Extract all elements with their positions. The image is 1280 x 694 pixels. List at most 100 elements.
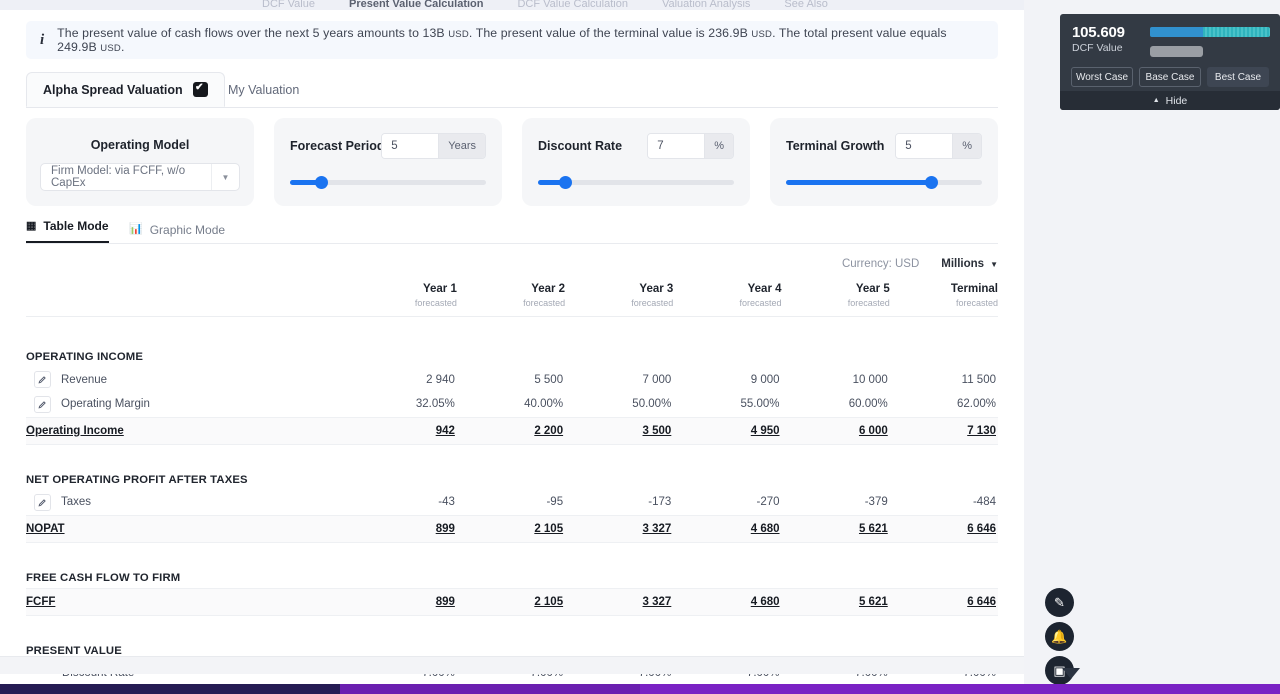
tab-my-valuation[interactable]: My Valuation [212, 72, 315, 107]
parameter-cards: Operating Model Firm Model: via FCFF, w/… [26, 118, 998, 206]
top-nav-item[interactable]: DCF Value Calculation [517, 0, 627, 10]
discount-rate-slider[interactable] [538, 176, 734, 189]
terminal-growth-slider[interactable] [786, 176, 982, 189]
compose-icon[interactable]: ✎ [1045, 588, 1074, 617]
dcf-case-button[interactable]: Base Case [1139, 67, 1201, 87]
edit-pencil-icon[interactable] [34, 395, 51, 413]
table-header-cell: Year 1 forecasted [348, 278, 457, 317]
table-section-header: FREE CASH FLOW TO FIRM [26, 564, 998, 588]
table-header-blank [26, 278, 349, 317]
table-header-cell: Year 2 forecasted [456, 278, 566, 317]
checkbox-icon[interactable] [192, 82, 208, 97]
tab-graphic-mode[interactable]: 📊 Graphic Mode [129, 216, 225, 243]
row-label: Taxes [61, 496, 92, 509]
dcf-case-button[interactable]: Worst Case [1071, 67, 1133, 87]
total-cell: 2 200 [456, 416, 566, 445]
banner-usd-3: USD [100, 43, 121, 54]
top-nav-item[interactable]: Valuation Analysis [662, 0, 750, 10]
column-label: Year 3 [639, 283, 674, 295]
table-spacer-row [26, 316, 998, 343]
total-cell: 3 500 [565, 416, 674, 445]
table-header-cell: Year 4 forecasted [673, 278, 782, 317]
dcf-value-label: DCF Value [1072, 42, 1123, 54]
row-label-cell: Taxes [26, 490, 349, 515]
forecast-period-unit: Years [438, 134, 485, 158]
edit-pencil-icon[interactable] [34, 371, 51, 388]
total-cell: 2 105 [456, 587, 566, 616]
total-cell: 6 646 [889, 587, 998, 616]
total-cell: 2 105 [456, 514, 566, 543]
table-total-row: Operating Income 942 2 200 3 500 4 950 6 000 7… [26, 416, 998, 445]
chevron-down-icon[interactable]: ▼ [211, 164, 239, 190]
dcf-gauge-striped [1202, 27, 1270, 37]
top-nav-item[interactable]: Present Value Calculation [349, 0, 484, 10]
total-cell: 6 646 [889, 514, 998, 543]
valuation-tabs: Alpha Spread Valuation My Valuation [26, 72, 998, 108]
banner-usd-2: USD [751, 29, 773, 40]
column-sublabel: forecasted [414, 298, 457, 308]
dcf-case-button[interactable]: Best Case [1207, 67, 1269, 87]
total-cell: 7 130 [889, 416, 998, 445]
banner-text-1: The present value of cash flows over the… [57, 26, 449, 40]
total-cell: 6 000 [781, 416, 890, 445]
slider-knob[interactable] [315, 176, 329, 189]
currency-row: Currency: USD Millions ▼ [842, 258, 998, 270]
column-sublabel: forecasted [847, 298, 890, 308]
column-label: Year 4 [747, 283, 782, 295]
slider-knob[interactable] [559, 176, 573, 189]
top-nav-items[interactable]: DCF Value Present Value Calculation DCF Va… [0, 0, 1024, 10]
total-cell: 4 680 [673, 514, 782, 543]
slider-knob[interactable] [925, 176, 939, 189]
total-label[interactable]: FCFF [26, 587, 349, 616]
edit-pencil-icon[interactable] [34, 493, 51, 511]
forecast-period-input-group[interactable]: 5 Years [381, 133, 486, 159]
total-label[interactable]: NOPAT [26, 514, 349, 543]
table-section-header: OPERATING INCOME [26, 343, 998, 367]
terminal-growth-input[interactable]: 5 [896, 134, 953, 158]
bottom-bar-segment-2 [340, 684, 640, 694]
info-icon: i [40, 31, 45, 48]
discount-rate-input[interactable]: 7 [648, 134, 705, 158]
table-row: Operating Margin 32.05% 40.00% 50.00% 55.00%… [26, 392, 998, 417]
operating-model-select[interactable]: Firm Model: via FCFF, w/o CapEx ▼ [40, 163, 240, 191]
table-row: Revenue 2 940 5 500 7 000 9 000 10 000 11 500 [26, 367, 998, 392]
column-label: Year 5 [855, 283, 890, 295]
dcf-hide-label: Hide [1165, 94, 1188, 107]
tab-alpha-spread-valuation[interactable]: Alpha Spread Valuation [26, 72, 225, 107]
table-total-row: NOPAT 899 2 105 3 327 4 680 5 621 6 646 [26, 514, 998, 543]
table-cell: 9 000 [750, 373, 780, 386]
table-cell: -484 [972, 496, 996, 509]
tab-alpha-spread-label: Alpha Spread Valuation [43, 82, 183, 97]
tab-table-mode[interactable]: ▦ Table Mode [26, 216, 109, 243]
units-select[interactable]: Millions ▼ [941, 258, 998, 270]
terminal-growth-card: Terminal Growth 5 % [770, 118, 998, 206]
terminal-growth-input-group[interactable]: 5 % [895, 133, 982, 159]
total-label[interactable]: Operating Income [26, 416, 349, 445]
main-content: i The present value of cash flows over t… [0, 10, 1024, 694]
discount-rate-input-group[interactable]: 7 % [647, 133, 734, 159]
dcf-value: 105.609 [1072, 24, 1125, 41]
table-header-cell: Terminal forecasted [889, 278, 998, 317]
dcf-case-buttons: Worst Case Base Case Best Case [1060, 57, 1280, 87]
dcf-hide-button[interactable]: ▲ Hide [1060, 91, 1280, 110]
column-label: Terminal [950, 283, 998, 295]
bell-icon[interactable]: 🔔 [1045, 622, 1074, 651]
forecast-period-slider[interactable] [290, 176, 486, 189]
view-mode-tabs: ▦ Table Mode 📊 Graphic Mode [26, 216, 998, 244]
table-cell: 5 500 [534, 373, 564, 386]
dcf-gauge-secondary [1150, 46, 1203, 57]
forecast-period-input[interactable]: 5 [382, 134, 439, 158]
scroll-down-indicator[interactable] [1062, 668, 1080, 679]
banner-text-4: . [120, 40, 125, 54]
top-nav-item[interactable]: See Also [784, 0, 827, 10]
tab-my-valuation-label: My Valuation [228, 82, 300, 97]
column-label: Year 1 [422, 283, 457, 295]
banner-text-2: . The present value of the terminal valu… [468, 26, 752, 40]
operating-model-card: Operating Model Firm Model: via FCFF, w/… [26, 118, 254, 206]
chevron-down-icon: ▼ [990, 259, 998, 269]
total-cell: 899 [348, 514, 457, 543]
top-nav-item[interactable]: DCF Value [262, 0, 315, 10]
total-cell: 5 621 [781, 514, 890, 543]
table-header-cell: Year 3 forecasted [565, 278, 674, 317]
table-cell: -43 [438, 496, 455, 509]
